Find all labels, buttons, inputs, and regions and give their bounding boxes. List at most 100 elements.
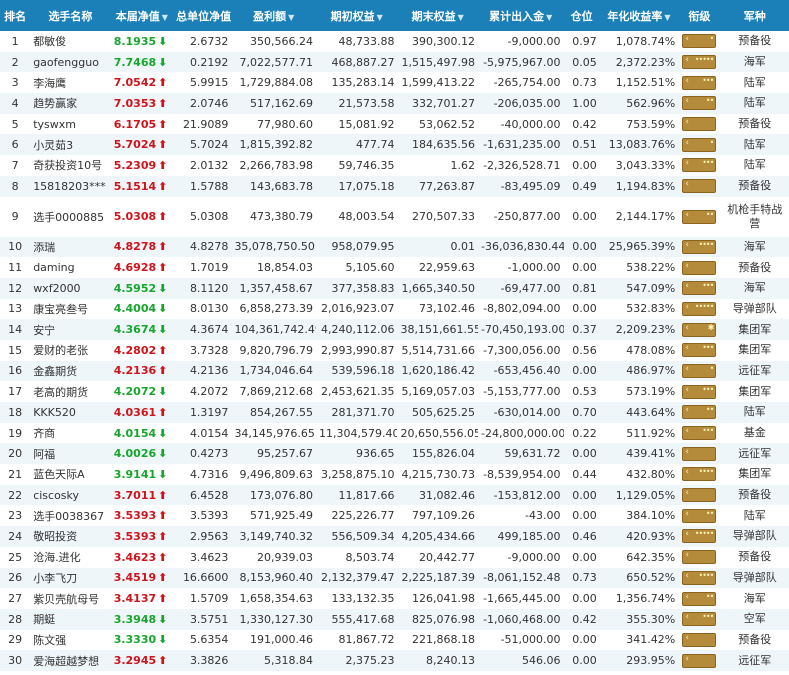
table-row[interactable]: 15 爱财的老张 4.2802 ⬆ 3.7328 9,820,796.79 2,993,99… bbox=[0, 340, 789, 361]
nav-cell: 7.0353 ⬆ bbox=[110, 93, 174, 114]
unit-nav-cell: 5.6354 bbox=[189, 633, 229, 647]
table-row[interactable]: 12 wxf2000 4.5952 ⬇ 8.1120 1,357,458.67 377,35… bbox=[0, 277, 789, 299]
profit-cell: 34,145,976.65 bbox=[234, 426, 315, 440]
header-position[interactable]: 仓位 bbox=[563, 0, 600, 31]
table-row[interactable]: 1 都敏俊 8.1935 ⬇ 2.6732 350,566.24 48,733.88 390,… bbox=[0, 31, 789, 52]
player-name-link[interactable]: gaofengguo bbox=[30, 51, 111, 73]
header-unit-nav[interactable]: 总单位净值 bbox=[173, 0, 232, 31]
player-name-link[interactable]: 敬昭投资 bbox=[30, 526, 111, 547]
player-name-link[interactable]: 期蜓 bbox=[30, 608, 111, 630]
rank-badge-cell: ‹ bbox=[678, 381, 720, 402]
start-equity-cell: 555,417.68 bbox=[315, 608, 398, 630]
table-row[interactable]: 5 tyswxm 6.1705 ⬆ 21.9089 77,980.60 15,081.92 5… bbox=[0, 114, 789, 135]
table-row[interactable]: 23 选手0038367 3.5393 ⬆ 3.5393 571,925.49 225,22… bbox=[0, 505, 789, 526]
header-nav[interactable]: 本届净值 ▼ bbox=[110, 0, 174, 31]
player-name-link[interactable]: 爱海超越梦想 bbox=[30, 650, 111, 671]
table-row[interactable]: 27 紫贝壳航母号 3.4137 ⬆ 1.5709 1,658,354.63 133,132… bbox=[0, 588, 789, 609]
table-row[interactable]: 25 沧海.进化 3.4623 ⬆ 3.4623 20,939.03 8,503.74 20,… bbox=[0, 547, 789, 568]
annual-return-cell: 562.96% bbox=[599, 93, 679, 114]
player-name-link[interactable]: 康宝亮叁号 bbox=[30, 299, 111, 320]
unit-nav-cell: 6.4528 bbox=[173, 484, 232, 506]
table-row[interactable]: 30 爱海超越梦想 3.2945 ⬆ 3.3826 5,318.84 2,375.23 8,2… bbox=[0, 650, 789, 671]
start-equity-cell: 135,283.14 bbox=[331, 76, 395, 90]
table-row[interactable]: 13 康宝亮叁号 4.4004 ⬇ 8.0130 6,858,273.39 2,016,92… bbox=[0, 299, 789, 320]
player-name-link[interactable]: 陈文强 bbox=[30, 630, 111, 651]
table-row[interactable]: 28 期蜓 3.3948 ⬇ 3.5751 1,330,127.30 555,417.68 8… bbox=[0, 608, 789, 630]
player-name-link[interactable]: ciscosky bbox=[30, 484, 111, 506]
player-name-link[interactable]: 安宁 bbox=[30, 319, 111, 340]
rank-cell: 22 bbox=[0, 484, 31, 506]
player-name-link[interactable]: 紫贝壳航母号 bbox=[30, 588, 111, 609]
header-end-equity[interactable]: 期末权益 ▼ bbox=[397, 0, 478, 31]
nav-value: 5.2309 bbox=[113, 158, 157, 172]
table-row[interactable]: 18 KKK520 4.0361 ⬆ 1.3197 854,267.55 281,371.7… bbox=[0, 402, 789, 423]
player-name-link[interactable]: 15818203*** bbox=[30, 175, 111, 197]
rank-badge-cell: ‹ bbox=[678, 423, 720, 444]
rank-badge-icon: ‹ bbox=[682, 570, 717, 585]
table-row[interactable]: 11 daming 4.6928 ⬆ 1.7019 18,854.03 5,105.60 22… bbox=[0, 257, 789, 278]
table-row[interactable]: 8 15818203*** 5.1514 ⬆ 1.5788 143,683.78 17,07… bbox=[0, 175, 789, 197]
header-rank[interactable]: 排名 bbox=[0, 0, 31, 31]
net-flow-cell: -1,000.00 bbox=[507, 261, 561, 275]
net-flow-cell: -8,539,954.00 bbox=[483, 467, 561, 481]
table-row[interactable]: 29 陈文强 3.3330 ⬇ 5.6354 191,000.46 81,867.72 221… bbox=[0, 630, 789, 651]
table-row[interactable]: 9 选手0000885 5.0308 ⬆ 5.0308 473,380.79 48,003.… bbox=[0, 197, 789, 237]
table-row[interactable]: 22 ciscosky 3.7011 ⬆ 6.4528 173,076.80 11,817.… bbox=[0, 484, 789, 506]
player-name-link[interactable]: daming bbox=[30, 257, 111, 278]
player-name-link[interactable]: tyswxm bbox=[30, 114, 111, 135]
player-name-link[interactable]: 都敏俊 bbox=[30, 31, 111, 52]
arrow-down-icon: ⬇ bbox=[158, 55, 168, 69]
table-row[interactable]: 6 小灵茹3 5.7024 ⬆ 5.7024 1,815,392.82 477.74 184,… bbox=[0, 134, 789, 156]
rank-badge-icon: ‹ bbox=[682, 75, 717, 90]
header-profit[interactable]: 盈利额 ▼ bbox=[231, 0, 316, 31]
player-name-link[interactable]: 奇获投资10号 bbox=[30, 155, 111, 176]
header-net-flow[interactable]: 累计出入金 ▼ bbox=[477, 0, 564, 31]
player-name-link[interactable]: wxf2000 bbox=[30, 277, 111, 299]
player-name-link[interactable]: 蓝色天际A bbox=[30, 464, 111, 485]
table-row[interactable]: 2 gaofengguo 7.7468 ⬇ 0.2192 7,022,577.71 468,… bbox=[0, 51, 789, 73]
player-name-link[interactable]: 爱财的老张 bbox=[30, 340, 111, 361]
nav-cell: 3.3948 ⬇ bbox=[110, 608, 174, 630]
table-row[interactable]: 21 蓝色天际A 3.9141 ⬇ 4.7316 9,496,809.63 3,258,87… bbox=[0, 464, 789, 485]
profit-cell: 517,162.69 bbox=[231, 93, 316, 114]
table-row[interactable]: 24 敬昭投资 3.5393 ⬆ 2.9563 3,149,740.32 556,509.3… bbox=[0, 526, 789, 547]
table-row[interactable]: 4 趋势赢家 7.0353 ⬆ 2.0746 517,162.69 21,573.58 332… bbox=[0, 93, 789, 114]
player-name-link[interactable]: 选手0000885 bbox=[30, 197, 111, 237]
player-name-link[interactable]: 添瑞 bbox=[30, 236, 111, 258]
player-name-link[interactable]: 齐商 bbox=[30, 423, 111, 444]
table-row[interactable]: 7 奇获投资10号 5.2309 ⬆ 2.0132 2,266,783.98 59,746.… bbox=[0, 155, 789, 176]
player-name-link[interactable]: 阿福 bbox=[30, 443, 111, 465]
arrow-up-icon: ⬆ bbox=[158, 529, 168, 543]
player-name-link[interactable]: 金鑫期货 bbox=[30, 360, 111, 382]
player-name-link[interactable]: KKK520 bbox=[30, 402, 111, 423]
player-name-link[interactable]: 沧海.进化 bbox=[30, 547, 111, 568]
start-equity-cell: 4,240,112.06 bbox=[315, 319, 398, 340]
player-name-link[interactable]: 小李飞刀 bbox=[30, 567, 111, 589]
rank-badge-cell: ‹ bbox=[678, 547, 720, 568]
table-row[interactable]: 16 金鑫期货 4.2136 ⬆ 4.2136 1,734,046.64 539,596.1… bbox=[0, 360, 789, 382]
chevron-icon: ‹ bbox=[685, 363, 689, 374]
header-branch[interactable]: 军种 bbox=[720, 0, 789, 31]
table-row[interactable]: 10 添瑞 4.8278 ⬆ 4.8278 35,078,750.50 958,079.95… bbox=[0, 236, 789, 258]
table-row[interactable]: 17 老高的期货 4.2072 ⬇ 4.2072 7,869,212.68 2,453,62… bbox=[0, 381, 789, 402]
table-row[interactable]: 14 安宁 4.3674 ⬇ 4.3674 104,361,742.49 4,240,112… bbox=[0, 319, 789, 340]
header-title[interactable]: 衔级 bbox=[678, 0, 721, 31]
branch-cell: 预备役 bbox=[738, 34, 772, 48]
player-name-link[interactable]: 老高的期货 bbox=[30, 381, 111, 402]
player-name-link[interactable]: 趋势赢家 bbox=[30, 93, 111, 114]
player-name-link[interactable]: 小灵茹3 bbox=[30, 134, 111, 156]
header-start-equity[interactable]: 期初权益 ▼ bbox=[315, 0, 398, 31]
table-row[interactable]: 26 小李飞刀 3.4519 ⬆ 16.6600 8,153,960.40 2,132,37… bbox=[0, 567, 789, 589]
rank-badge-cell: ‹ bbox=[678, 155, 720, 176]
table-row[interactable]: 3 李海鹰 7.0542 ⬆ 5.9915 1,729,884.08 135,283.14 1… bbox=[0, 72, 789, 93]
header-name[interactable]: 选手名称 bbox=[30, 0, 111, 31]
nav-cell: 5.0308 ⬆ bbox=[111, 197, 173, 237]
player-name-link[interactable]: 李海鹰 bbox=[30, 72, 111, 93]
start-equity-cell: 2,016,923.07 bbox=[321, 302, 395, 316]
table-row[interactable]: 19 齐商 4.0154 ⬇ 4.0154 34,145,976.65 11,304,579… bbox=[0, 423, 789, 444]
table-row[interactable]: 20 阿福 4.0026 ⬇ 0.4273 95,257.67 936.65 155,826.… bbox=[0, 443, 789, 465]
player-name-link[interactable]: 选手0038367 bbox=[30, 505, 111, 526]
nav-cell: 4.4004 ⬇ bbox=[111, 299, 173, 320]
header-annual-return[interactable]: 年化收益率 ▼ bbox=[599, 0, 679, 31]
position-cell: 0.42 bbox=[563, 608, 600, 630]
